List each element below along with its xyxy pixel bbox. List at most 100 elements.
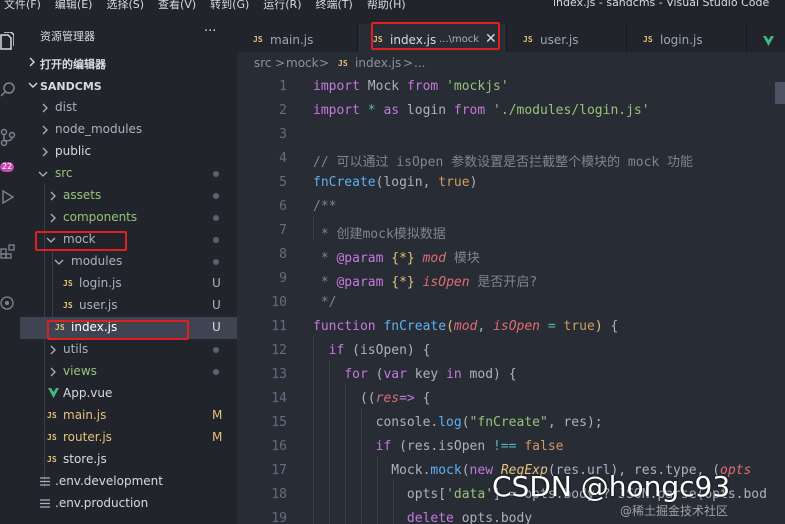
line-number: 12 bbox=[271, 343, 287, 358]
code-token: mod bbox=[422, 251, 447, 266]
tree-item-dist[interactable]: dist bbox=[20, 97, 237, 119]
tree-item-label: views bbox=[63, 364, 97, 378]
menu-view[interactable]: 查看(V) bbox=[158, 0, 196, 12]
tree-item-router-js[interactable]: JS router.js M bbox=[20, 427, 237, 449]
tree-item-env-production[interactable]: .env.production bbox=[20, 493, 237, 515]
line-number: 13 bbox=[271, 367, 287, 382]
tree-item-public[interactable]: public bbox=[20, 141, 237, 163]
line-number: 19 bbox=[271, 511, 287, 524]
code-line[interactable]: import Mock from 'mockjs' bbox=[313, 79, 509, 94]
tree-item-app-vue[interactable]: App.vue bbox=[20, 383, 237, 405]
breadcrumb-index-js[interactable]: index.js bbox=[355, 56, 401, 70]
line-number: 14 bbox=[271, 391, 287, 406]
code-token: (res.isOpen bbox=[391, 439, 494, 454]
js-file-icon: JS bbox=[47, 411, 57, 420]
code-line[interactable]: import * as login from './modules/login.… bbox=[313, 103, 650, 118]
code-line[interactable]: * 创建mock模拟数据 bbox=[313, 223, 446, 242]
project-section[interactable]: SANDCMS bbox=[20, 76, 237, 98]
code-token: log bbox=[438, 415, 462, 430]
code-token: * bbox=[367, 103, 376, 118]
more-actions-icon[interactable]: ··· bbox=[204, 24, 216, 39]
code-token: @param bbox=[336, 275, 384, 290]
open-editors-section[interactable]: 打开的编辑器 bbox=[20, 52, 237, 74]
tree-item-assets[interactable]: assets bbox=[20, 185, 237, 207]
search-icon[interactable] bbox=[0, 78, 20, 100]
menu-terminal[interactable]: 终端(T) bbox=[316, 0, 353, 12]
code-token: delete bbox=[406, 511, 454, 524]
tree-item-store-js[interactable]: JS store.js bbox=[20, 449, 237, 471]
tree-item-utils[interactable]: utils bbox=[20, 339, 237, 361]
menu-selection[interactable]: 选择(S) bbox=[106, 0, 144, 12]
code-token: , bbox=[477, 319, 494, 334]
code-line[interactable]: console.log("fnCreate", res); bbox=[313, 415, 603, 430]
git-status: M bbox=[212, 430, 223, 444]
line-number: 10 bbox=[271, 295, 287, 310]
tree-item-modules[interactable]: modules bbox=[20, 251, 237, 273]
line-number: 17 bbox=[271, 463, 287, 478]
code-editor[interactable]: 1 2 3 4 5 6 7 8 9 10 11 12 13 14 15 16 1… bbox=[237, 74, 785, 524]
code-token: { bbox=[602, 319, 619, 334]
tree-item-login-js[interactable]: JS login.js U bbox=[20, 273, 237, 295]
line-number: 3 bbox=[279, 127, 287, 142]
code-token: if bbox=[375, 439, 392, 454]
code-token: = bbox=[547, 319, 556, 334]
tree-item-label: dist bbox=[55, 100, 77, 114]
explorer-icon[interactable] bbox=[0, 30, 20, 52]
code-token: as bbox=[383, 103, 400, 118]
code-token: res bbox=[375, 391, 400, 406]
code-line[interactable]: if (isOpen) { bbox=[313, 343, 431, 358]
breadcrumb-src[interactable]: src bbox=[254, 56, 272, 70]
code-line[interactable]: fnCreate(login, true) bbox=[313, 175, 477, 190]
tree-item-main-js[interactable]: JS main.js M bbox=[20, 405, 237, 427]
code-token: fnCreate bbox=[383, 319, 447, 334]
tree-item-label: .env.production bbox=[55, 496, 149, 510]
menu-edit[interactable]: 编辑(E) bbox=[55, 0, 93, 12]
code-line[interactable]: for (var key in mod) { bbox=[313, 367, 516, 382]
tree-item-views[interactable]: views bbox=[20, 361, 237, 383]
vue-file-icon bbox=[48, 388, 59, 398]
tree-item-src[interactable]: src bbox=[20, 163, 237, 185]
tree-item-label: main.js bbox=[63, 408, 107, 422]
code-token: './modules/login.js' bbox=[493, 103, 650, 118]
line-number: 8 bbox=[279, 247, 287, 262]
code-line[interactable]: // 可以通过 isOpen 参数设置是否拦截整个模块的 mock 功能 bbox=[313, 151, 693, 170]
remote-explorer-icon[interactable] bbox=[0, 292, 20, 314]
breadcrumb-symbol[interactable]: ... bbox=[414, 56, 425, 70]
tree-item-components[interactable]: components bbox=[20, 207, 237, 229]
code-line[interactable]: function fnCreate(mod, isOpen = true) { bbox=[313, 319, 618, 334]
menu-run[interactable]: 运行(R) bbox=[263, 0, 301, 12]
code-line[interactable]: */ bbox=[313, 295, 337, 310]
tree-item-user-js[interactable]: JS user.js U bbox=[20, 295, 237, 317]
code-line[interactable]: delete opts.body bbox=[313, 511, 532, 524]
js-file-icon: JS bbox=[643, 35, 653, 44]
code-line[interactable]: * @param {*} mod 模块 bbox=[313, 247, 480, 266]
breadcrumb-mock[interactable]: mock bbox=[286, 56, 319, 70]
tree-item-label: modules bbox=[71, 254, 123, 268]
menu-bar: 文件(F) 编辑(E) 选择(S) 查看(V) 转到(G) 运行(R) 终端(T… bbox=[4, 0, 420, 12]
extensions-icon[interactable] bbox=[0, 240, 20, 262]
code-line[interactable]: * @param {*} isOpen 是否开启? bbox=[313, 271, 537, 290]
code-line[interactable]: ((res=> { bbox=[313, 391, 430, 406]
code-token: @param bbox=[336, 251, 384, 266]
source-control-icon[interactable] bbox=[0, 126, 20, 148]
code-token: (login, bbox=[375, 175, 439, 190]
tree-item-label: utils bbox=[63, 342, 89, 356]
js-file-icon: JS bbox=[63, 279, 73, 288]
menu-file[interactable]: 文件(F) bbox=[4, 0, 41, 12]
scrollbar-thumb[interactable] bbox=[775, 82, 785, 104]
tree-item-node-modules[interactable]: node_modules bbox=[20, 119, 237, 141]
code-line[interactable]: /** bbox=[313, 199, 336, 214]
code-token: {*} bbox=[391, 251, 415, 266]
code-token: { bbox=[414, 391, 431, 406]
code-line[interactable]: if (res.isOpen !== false bbox=[313, 439, 564, 454]
menu-go[interactable]: 转到(G) bbox=[210, 0, 249, 12]
tree-item-env-development[interactable]: .env.development bbox=[20, 471, 237, 493]
menu-help[interactable]: 帮助(H) bbox=[367, 0, 406, 12]
code-token: from bbox=[406, 79, 439, 94]
run-debug-icon[interactable] bbox=[0, 186, 20, 208]
code-token: ) bbox=[594, 319, 603, 334]
